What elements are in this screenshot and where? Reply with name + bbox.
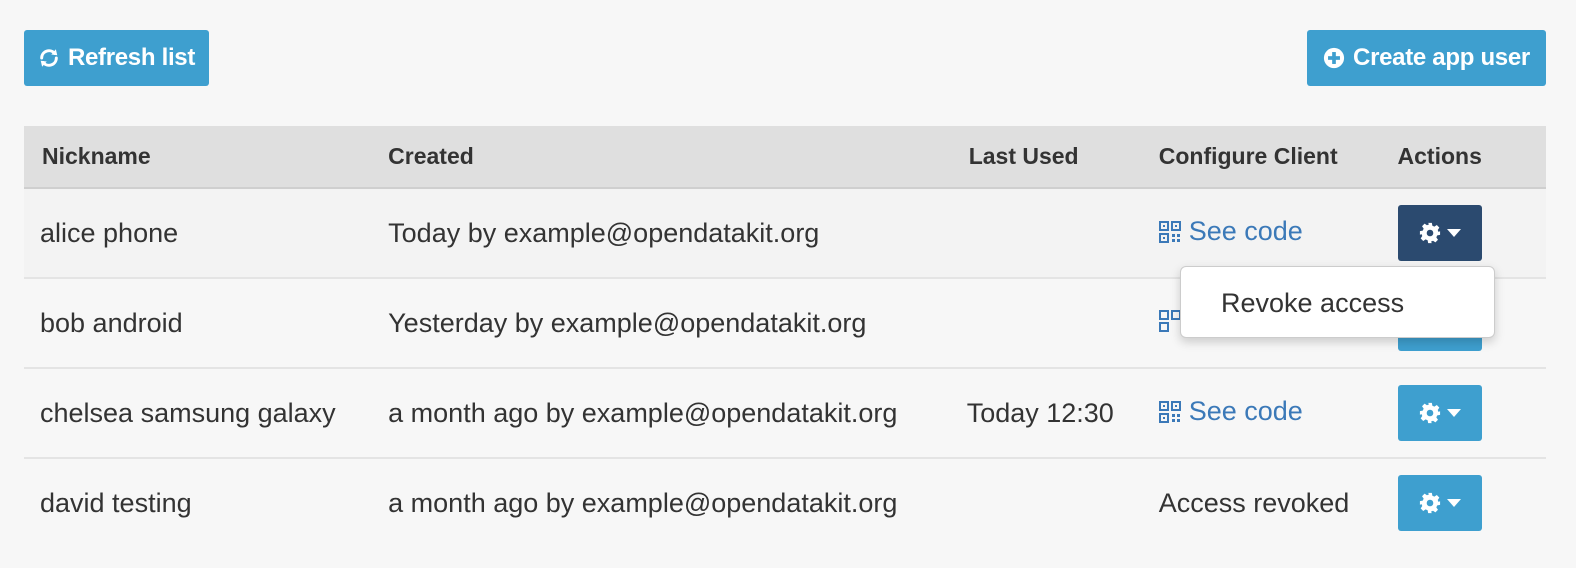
nickname-cell: chelsea samsung galaxy xyxy=(24,368,389,459)
refresh-list-button[interactable]: Refresh list xyxy=(24,30,209,86)
created-cell: Today by example@opendatakit.org xyxy=(388,188,967,279)
see-code-label: See code xyxy=(1188,396,1303,427)
last-used-cell xyxy=(966,188,1159,279)
table-row: david testing a month ago by example@ope… xyxy=(24,458,1546,547)
nickname-cell: alice phone xyxy=(24,188,389,279)
caret-down-icon xyxy=(1446,229,1461,237)
access-revoked-text: Access revoked xyxy=(1158,458,1398,547)
actions-cell xyxy=(1397,458,1546,547)
actions-cell xyxy=(1397,188,1546,279)
last-used-cell xyxy=(966,458,1159,547)
see-code-label: See code xyxy=(1188,216,1303,247)
actions-cell xyxy=(1397,368,1546,459)
gear-icon xyxy=(1419,222,1440,244)
create-app-user-label: Create app user xyxy=(1353,44,1530,71)
see-code-link[interactable]: See code xyxy=(1158,396,1303,427)
configure-client-cell: See code xyxy=(1158,188,1398,279)
row-actions-button[interactable] xyxy=(1397,385,1482,441)
header-configure-client: Configure Client xyxy=(1158,126,1398,189)
header-created: Created xyxy=(388,126,967,189)
row-actions-button[interactable] xyxy=(1397,475,1482,531)
configure-client-cell: See code xyxy=(1158,368,1398,459)
table-header-row: Nickname Created Last Used Configure Cli… xyxy=(24,126,1546,189)
refresh-list-label: Refresh list xyxy=(67,44,196,71)
header-actions: Actions xyxy=(1397,126,1546,189)
header-last-used: Last Used xyxy=(966,126,1159,189)
last-used-cell xyxy=(966,278,1159,369)
table-row: chelsea samsung galaxy a month ago by ex… xyxy=(24,368,1546,459)
qrcode-icon xyxy=(1158,309,1181,332)
gear-icon xyxy=(1419,402,1440,424)
caret-down-icon xyxy=(1446,499,1461,507)
created-cell: a month ago by example@opendatakit.org xyxy=(388,368,967,459)
create-app-user-button[interactable]: Create app user xyxy=(1307,30,1546,86)
created-cell: Yesterday by example@opendatakit.org xyxy=(388,278,967,369)
row-actions-button[interactable] xyxy=(1397,205,1482,261)
table-row: alice phone Today by example@opendatakit… xyxy=(24,188,1546,279)
caret-down-icon xyxy=(1446,409,1461,417)
actions-dropdown-menu: Revoke access xyxy=(1180,266,1495,338)
app-users-page: Refresh list Create app user Nickname Cr… xyxy=(0,0,1576,568)
refresh-icon xyxy=(40,49,58,67)
last-used-cell: Today 12:30 xyxy=(966,368,1159,459)
see-code-link[interactable]: See code xyxy=(1158,216,1303,247)
qrcode-icon xyxy=(1158,400,1181,423)
nickname-cell: david testing xyxy=(24,458,389,547)
nickname-cell: bob android xyxy=(24,278,389,369)
revoke-access-menu-item[interactable]: Revoke access xyxy=(1181,279,1494,327)
header-nickname: Nickname xyxy=(24,126,389,189)
plus-circle-icon xyxy=(1323,47,1345,69)
qrcode-icon xyxy=(1158,220,1181,243)
created-cell: a month ago by example@opendatakit.org xyxy=(388,458,967,547)
gear-icon xyxy=(1419,492,1440,514)
